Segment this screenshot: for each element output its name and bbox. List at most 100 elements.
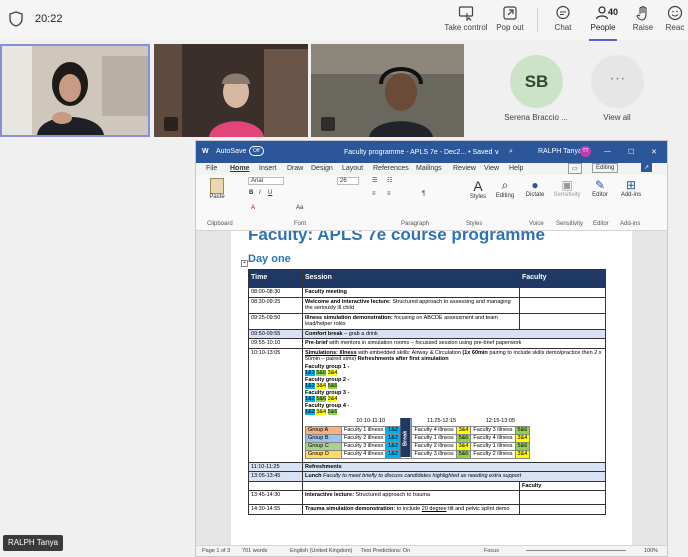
sensitivity-group-label: Sensitivity	[556, 221, 584, 227]
word-logo-icon: W	[202, 148, 209, 155]
pop-out-icon	[503, 6, 517, 20]
table-move-handle[interactable]: +	[241, 260, 248, 267]
italic-button[interactable]: I	[259, 190, 261, 196]
page-count[interactable]: Page 1 of 3	[202, 548, 230, 554]
bold-button[interactable]: B	[249, 190, 253, 196]
account-avatar[interactable]: TT	[580, 146, 591, 157]
add-ins-button[interactable]: ⊞ Add-ins	[618, 178, 644, 198]
show-marks-button[interactable]: ¶	[422, 191, 425, 197]
avatar[interactable]: SB	[510, 55, 563, 108]
smile-icon	[667, 5, 683, 21]
table-row: 14:30-14:55 Trauma simulation demonstrat…	[248, 504, 606, 515]
zoom-slider[interactable]	[526, 550, 626, 551]
find-icon: ⌕	[501, 178, 509, 192]
pop-out-button[interactable]: Pop out	[486, 5, 534, 39]
react-button[interactable]: Reac	[660, 5, 688, 39]
text-predictions-status[interactable]: Text Predictions: On	[361, 548, 410, 554]
word-title-bar: W AutoSave Off Faculty programme - APLS …	[196, 141, 667, 163]
comments-button[interactable]: ▭	[568, 163, 582, 174]
table-row-simulations: 10:10-13:05 Simulations: Illness with em…	[248, 347, 606, 463]
font-group-label: Font	[294, 221, 307, 227]
autosave-toggle[interactable]: Off	[249, 146, 264, 156]
menu-file[interactable]: File	[206, 165, 217, 172]
zoom-level[interactable]: 100%	[644, 548, 658, 554]
editing-mode-button[interactable]: Editing	[592, 163, 619, 173]
table-row: 09:50-09:55 Comfort break – grab a drink	[248, 328, 606, 339]
menu-draw[interactable]: Draw	[287, 165, 303, 172]
presenter-video	[2, 46, 148, 135]
share-button[interactable]: ↗	[641, 163, 653, 172]
language-status[interactable]: English (United Kingdom)	[290, 548, 352, 554]
video-tile-participant-2[interactable]	[154, 44, 308, 137]
document-page[interactable]: Faculty: APLS 7e course programme + Day …	[231, 231, 632, 547]
menu-review[interactable]: Review	[453, 165, 476, 172]
focus-button[interactable]: Focus	[484, 548, 499, 554]
video-tile-participant-3[interactable]	[311, 44, 464, 137]
word-count[interactable]: 701 words	[242, 548, 267, 554]
microphone-icon: ●	[531, 178, 539, 192]
clipboard-icon	[210, 178, 224, 194]
maximize-button[interactable]: ☐	[628, 148, 634, 156]
take-control-icon	[458, 6, 474, 21]
shared-word-window[interactable]: W AutoSave Off Faculty programme - APLS …	[195, 140, 668, 557]
word-status-bar: Page 1 of 3 701 words English (United Ki…	[196, 545, 667, 556]
search-icon[interactable]: ⌕	[509, 148, 513, 156]
styles-group-label: Styles	[466, 221, 483, 227]
underline-button[interactable]: U	[268, 190, 272, 196]
header-time: Time	[248, 269, 303, 288]
mic-off-icon	[164, 117, 178, 131]
align-center-button[interactable]: ≡	[387, 191, 391, 197]
highlight-button[interactable]: Aa	[296, 205, 303, 211]
voice-group-label: Voice	[529, 221, 544, 227]
people-count: 40	[608, 7, 619, 17]
menu-mailings[interactable]: Mailings	[416, 165, 442, 172]
font-size-select[interactable]: 26	[337, 177, 359, 185]
table-row: 13:05-13:45 Lunch Faculty to meet briefl…	[248, 471, 606, 482]
bullets-button[interactable]: ☰	[372, 177, 377, 184]
menu-home[interactable]: Home	[230, 165, 249, 172]
table-row: 09:25-09:50 Illness simulation demonstra…	[248, 312, 606, 330]
add-ins-icon: ⊞	[625, 178, 637, 192]
align-left-button[interactable]: ≡	[372, 191, 376, 197]
table-row: 09:55-10:10 Pre-brief with mentors in si…	[248, 338, 606, 349]
header-faculty: Faculty	[519, 269, 606, 288]
document-subheading: Day one	[248, 253, 291, 265]
video-tile-presenter[interactable]	[0, 44, 150, 137]
font-color-button[interactable]: A	[251, 205, 255, 211]
dictate-button[interactable]: ● Dictate	[524, 178, 546, 198]
menu-insert[interactable]: Insert	[259, 165, 277, 172]
toolbar-divider	[537, 8, 538, 32]
hand-icon	[636, 5, 647, 21]
break-label: Break	[400, 418, 412, 458]
document-canvas[interactable]: Faculty: APLS 7e course programme + Day …	[196, 231, 667, 547]
word-ribbon: Paste Arial 26 B I U A Aa ☰ ☷ ≡ ≡ ¶ A Sty…	[196, 175, 667, 231]
numbering-button[interactable]: ☷	[387, 177, 392, 184]
editing-button[interactable]: ⌕ Editing	[492, 178, 518, 199]
font-name-select[interactable]: Arial	[248, 177, 284, 185]
table-header-row: Time Session Faculty	[248, 269, 606, 288]
close-button[interactable]: ✕	[651, 148, 657, 156]
styles-icon: A	[473, 178, 483, 194]
menu-design[interactable]: Design	[311, 165, 333, 172]
paste-button[interactable]: Paste	[204, 178, 230, 200]
clipboard-group-label: Clipboard	[207, 221, 233, 227]
sensitivity-button[interactable]: ▣ Sensitivity	[552, 178, 582, 198]
menu-references[interactable]: References	[373, 165, 409, 172]
meeting-timer: 20:22	[35, 13, 63, 25]
participant-name: Serena Braccio ...	[504, 113, 568, 122]
header-session: Session	[302, 269, 520, 288]
schedule-table[interactable]: Time Session Faculty 08:00-08:30 Faculty…	[248, 269, 606, 515]
menu-help[interactable]: Help	[509, 165, 523, 172]
account-name[interactable]: RALPH Tanya	[538, 148, 582, 155]
menu-layout[interactable]: Layout	[342, 165, 363, 172]
view-all-button[interactable]: ···	[591, 55, 644, 108]
autosave-label: AutoSave	[216, 148, 247, 155]
editor-button[interactable]: ✎ Editor	[590, 178, 610, 198]
styles-button[interactable]: A Styles	[467, 178, 489, 200]
take-control-button[interactable]: Take control	[442, 5, 490, 39]
document-title[interactable]: Faculty programme - APLS 7e - Dec2... • …	[344, 148, 499, 156]
sensitivity-icon: ▣	[561, 178, 573, 192]
minimize-button[interactable]: —	[604, 148, 611, 155]
shield-icon	[9, 11, 23, 27]
menu-view[interactable]: View	[484, 165, 499, 172]
